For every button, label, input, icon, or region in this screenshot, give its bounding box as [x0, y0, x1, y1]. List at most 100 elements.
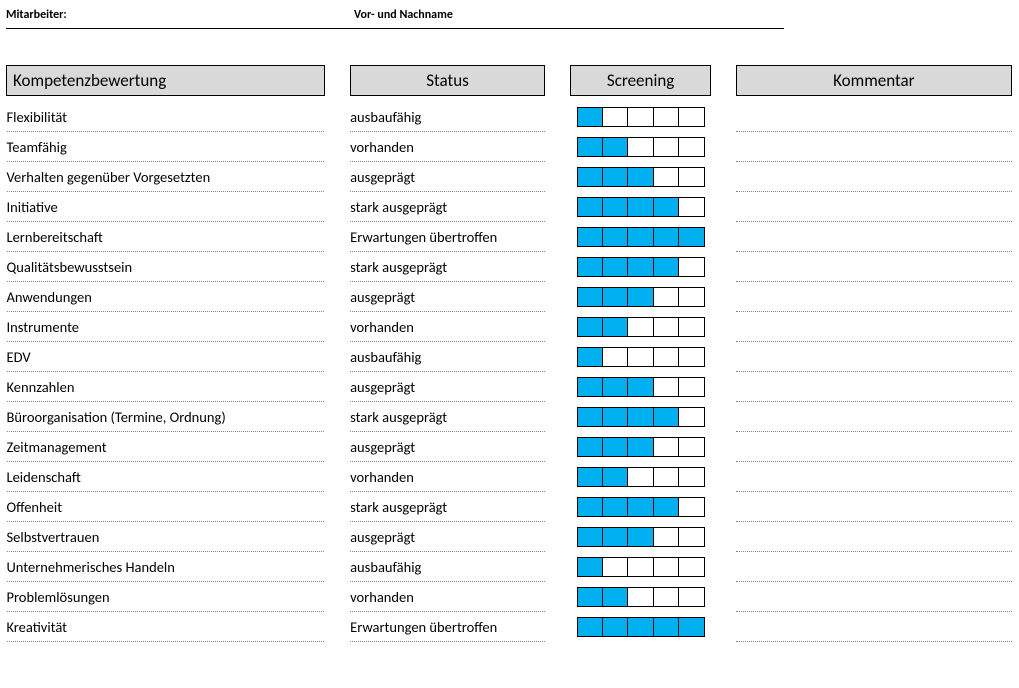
- table-row: Selbstvertrauenausgeprägt: [7, 522, 1012, 552]
- gap: [545, 192, 571, 222]
- gap: [324, 102, 350, 132]
- gap: [324, 492, 350, 522]
- gap: [711, 402, 737, 432]
- bar-segment: [654, 258, 679, 276]
- competence-cell: Offenheit: [7, 492, 325, 522]
- competence-cell: Teamfähig: [7, 132, 325, 162]
- bar-segment: [603, 198, 628, 216]
- gap: [324, 162, 350, 192]
- gap: [324, 312, 350, 342]
- gap: [711, 372, 737, 402]
- bar-segment: [578, 378, 603, 396]
- bar-segment: [679, 468, 703, 486]
- gap: [545, 522, 571, 552]
- gap: [545, 162, 571, 192]
- screening-bar: [577, 557, 705, 577]
- bar-segment: [679, 588, 703, 606]
- bar-segment: [654, 198, 679, 216]
- bar-segment: [603, 558, 628, 576]
- bar-segment: [578, 618, 603, 636]
- status-cell: vorhanden: [350, 132, 545, 162]
- bar-segment: [603, 138, 628, 156]
- table-row: LernbereitschaftErwartungen übertroffen: [7, 222, 1012, 252]
- screening-cell: [571, 432, 711, 462]
- bar-segment: [679, 558, 703, 576]
- table-row: Instrumente vorhanden: [7, 312, 1012, 342]
- screening-cell: [571, 492, 711, 522]
- gap: [545, 582, 571, 612]
- competence-cell: Leidenschaft: [7, 462, 325, 492]
- gap: [545, 492, 571, 522]
- gap: [711, 102, 737, 132]
- bar-segment: [654, 618, 679, 636]
- bar-segment: [603, 348, 628, 366]
- gap: [545, 132, 571, 162]
- gap: [545, 402, 571, 432]
- screening-bar: [577, 347, 705, 367]
- bar-segment: [578, 198, 603, 216]
- bar-segment: [679, 198, 703, 216]
- competence-cell: Verhalten gegenüber Vorgesetzten: [7, 162, 325, 192]
- bar-segment: [679, 168, 703, 186]
- gap: [711, 312, 737, 342]
- table-row: Unternehmerisches Handelnausbaufähig: [7, 552, 1012, 582]
- bar-segment: [628, 558, 653, 576]
- gap: [545, 222, 571, 252]
- bar-segment: [654, 228, 679, 246]
- comment-cell: [736, 312, 1011, 342]
- status-cell: ausgeprägt: [350, 282, 545, 312]
- bar-segment: [578, 138, 603, 156]
- bar-segment: [679, 348, 703, 366]
- gap: [324, 582, 350, 612]
- gap: [545, 432, 571, 462]
- competence-cell: Lernbereitschaft: [7, 222, 325, 252]
- gap: [711, 222, 737, 252]
- comment-cell: [736, 582, 1011, 612]
- screening-bar: [577, 317, 705, 337]
- bar-segment: [679, 318, 703, 336]
- comment-cell: [736, 612, 1011, 642]
- comment-cell: [736, 132, 1011, 162]
- competence-table: Kompetenzbewertung Status Screening Komm…: [6, 65, 1012, 642]
- screening-cell: [571, 612, 711, 642]
- table-row: Zeitmanagementausgeprägt: [7, 432, 1012, 462]
- competence-cell: Flexibilität: [7, 102, 325, 132]
- competence-cell: Instrumente: [7, 312, 325, 342]
- bar-segment: [603, 318, 628, 336]
- table-row: Leidenschaftvorhanden: [7, 462, 1012, 492]
- gap: [711, 432, 737, 462]
- status-cell: vorhanden: [350, 312, 545, 342]
- bar-segment: [628, 618, 653, 636]
- status-cell: stark ausgeprägt: [350, 192, 545, 222]
- bar-segment: [654, 528, 679, 546]
- header-comment: Kommentar: [736, 66, 1011, 96]
- gap: [711, 522, 737, 552]
- competence-cell: Qualitätsbewusstsein: [7, 252, 325, 282]
- screening-cell: [571, 312, 711, 342]
- screening-bar: [577, 437, 705, 457]
- screening-bar: [577, 107, 705, 127]
- gap: [324, 132, 350, 162]
- comment-cell: [736, 282, 1011, 312]
- screening-cell: [571, 372, 711, 402]
- comment-cell: [736, 372, 1011, 402]
- bar-segment: [654, 588, 679, 606]
- gap: [324, 432, 350, 462]
- screening-bar: [577, 257, 705, 277]
- bar-segment: [679, 108, 703, 126]
- bar-segment: [603, 468, 628, 486]
- bar-segment: [628, 198, 653, 216]
- table-row: Offenheitstark ausgeprägt: [7, 492, 1012, 522]
- table-row: Problemlösungenvorhanden: [7, 582, 1012, 612]
- bar-segment: [603, 168, 628, 186]
- table-row: EDVausbaufähig: [7, 342, 1012, 372]
- gap: [324, 462, 350, 492]
- bar-segment: [578, 408, 603, 426]
- screening-cell: [571, 132, 711, 162]
- table-row: Büroorganisation (Termine, Ordnung)stark…: [7, 402, 1012, 432]
- status-cell: ausgeprägt: [350, 162, 545, 192]
- bar-segment: [603, 588, 628, 606]
- bar-segment: [603, 288, 628, 306]
- bar-segment: [628, 108, 653, 126]
- bar-segment: [654, 288, 679, 306]
